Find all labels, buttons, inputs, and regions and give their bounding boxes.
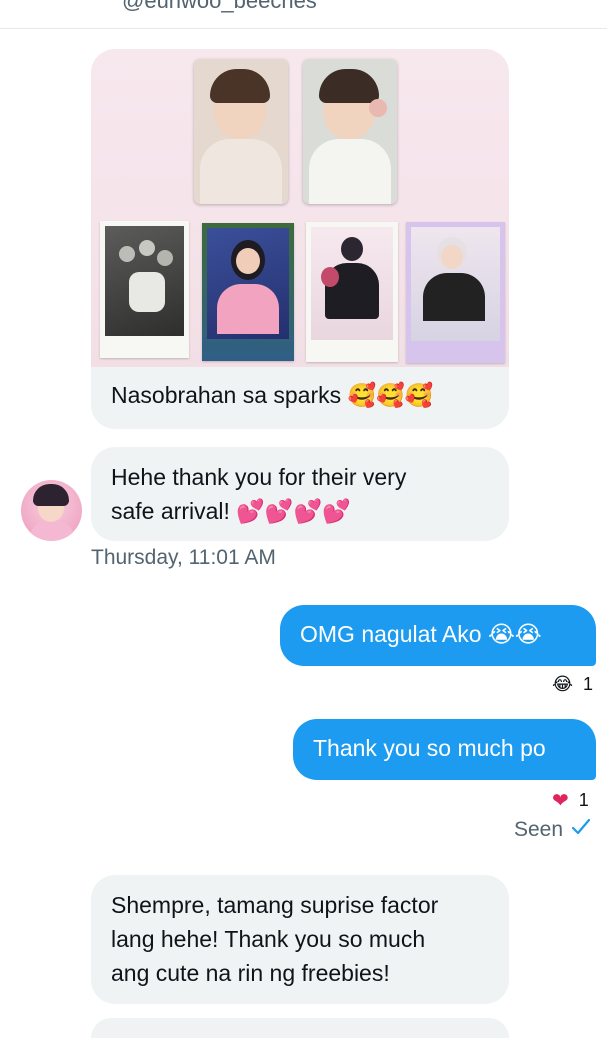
polaroid-image (306, 222, 398, 362)
message-photo[interactable] (91, 49, 509, 367)
reaction-count: 1 (583, 674, 594, 694)
photocard-image (303, 59, 397, 204)
smiling-hearts-emoji: 🥰🥰🥰 (347, 383, 434, 409)
received-media-message[interactable]: Nasobrahan sa sparks 🥰🥰🥰 (91, 49, 509, 429)
received-message-partial (91, 1018, 509, 1038)
hearts-emoji: 💕💕💕💕 (236, 499, 351, 525)
photocard-image (194, 59, 288, 204)
crying-emoji: 😭😭 (487, 622, 542, 648)
received-message[interactable]: Hehe thank you for their very safe arriv… (91, 447, 509, 541)
user-handle[interactable]: @eunwoo_beeches (122, 0, 317, 14)
message-reaction[interactable]: ❤ 1 (552, 788, 589, 812)
message-text-line: Shempre, tamang suprise factor (111, 892, 439, 918)
message-text: Nasobrahan sa sparks 🥰🥰🥰 (111, 382, 434, 409)
polaroid-image (406, 222, 505, 363)
sent-message[interactable]: Thank you so much po (293, 719, 596, 780)
received-message[interactable]: Shempre, tamang suprise factor lang hehe… (91, 875, 509, 1004)
check-icon (571, 818, 591, 842)
laughing-emoji-icon: 😂 (552, 674, 574, 695)
message-reaction[interactable]: 😂 1 (552, 674, 593, 695)
seen-label: Seen (514, 818, 564, 841)
message-text-line: safe arrival! 💕💕💕💕 (111, 498, 351, 525)
polaroid-image (100, 221, 189, 358)
message-text-line: Hehe thank you for their very (111, 464, 407, 490)
message-text-line: ang cute na rin ng freebies! (111, 960, 390, 986)
reaction-count: 1 (578, 789, 589, 810)
heart-icon: ❤ (552, 788, 569, 812)
message-timestamp: Thursday, 11:01 AM (91, 546, 276, 569)
sent-message[interactable]: OMG nagulat Ako 😭😭 (280, 605, 596, 666)
conversation-header: @eunwoo_beeches (0, 0, 607, 29)
polaroid-image (202, 223, 294, 361)
seen-indicator: Seen (514, 818, 591, 842)
avatar[interactable] (21, 480, 82, 541)
message-text-line: lang hehe! Thank you so much (111, 926, 426, 952)
